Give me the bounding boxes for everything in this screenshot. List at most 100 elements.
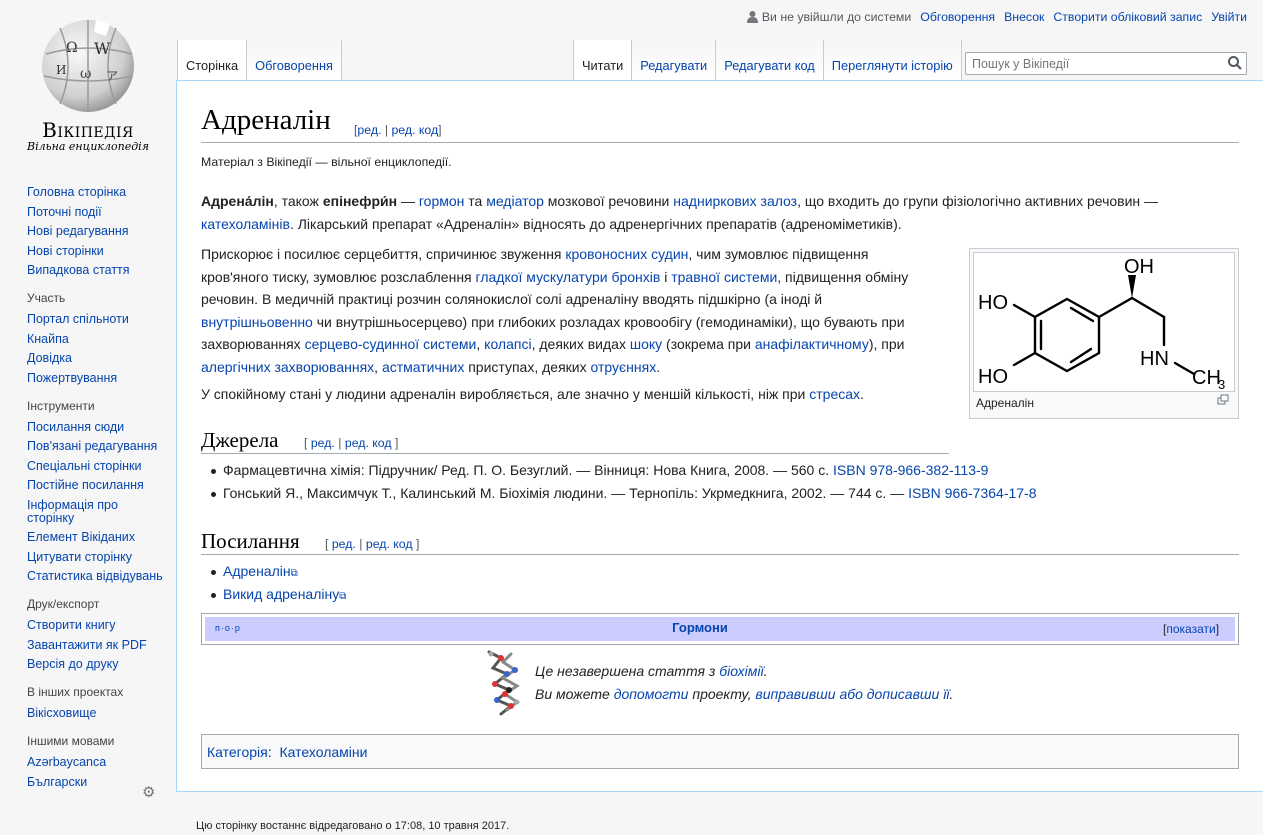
inline-link[interactable]: бронхів xyxy=(611,269,660,285)
sidebar-item-wikidata[interactable]: Елемент Вікіданих xyxy=(27,530,135,544)
sidebar-item-special-pages[interactable]: Спеціальні сторінки xyxy=(27,459,141,473)
inline-link[interactable]: колапсі xyxy=(484,336,531,352)
search-icon[interactable] xyxy=(1226,54,1244,72)
inline-link[interactable]: виправивши або дописавши її xyxy=(755,686,949,702)
tab-edit-label[interactable]: Редагувати xyxy=(640,58,707,73)
sidebar-item-permalink[interactable]: Постійне посилання xyxy=(27,478,144,492)
inline-link[interactable]: гормон xyxy=(419,193,465,209)
tab-talk[interactable]: Обговорення xyxy=(246,40,342,80)
tab-edit-source[interactable]: Редагувати код xyxy=(715,40,823,80)
tab-talk-label[interactable]: Обговорення xyxy=(255,58,333,73)
logo[interactable]: Ω W И ω ア Вікіпедія Вільна енциклопедія xyxy=(0,0,176,160)
sidebar-heading: В інших проектах xyxy=(27,685,124,699)
sidebar-item-related-changes[interactable]: Пов'язані редагування xyxy=(27,439,157,453)
sidebar-item-donate[interactable]: Пожертвування xyxy=(27,371,117,385)
inline-link[interactable]: стресах xyxy=(809,386,860,402)
inline-link[interactable]: шоку xyxy=(630,336,662,352)
sidebar-item-page-info[interactable]: Інформація про сторінку xyxy=(27,498,118,525)
list-item: Гонський Я., Максимчук Т., Калинський М.… xyxy=(201,482,1241,505)
sidebar-item-recent-changes[interactable]: Нові редагування xyxy=(27,224,129,238)
tab-edit[interactable]: Редагувати xyxy=(631,40,716,80)
category-link[interactable]: Катехоламіни xyxy=(280,744,368,760)
wikipedia-globe-icon: Ω W И ω ア xyxy=(42,20,134,112)
sidebar-navigation: Головна сторінка Поточні події Нові реда… xyxy=(0,180,176,277)
sidebar-item-create-book[interactable]: Створити книгу xyxy=(27,618,115,632)
navbox-title-link[interactable]: Гормони xyxy=(672,620,728,635)
enlarge-icon[interactable] xyxy=(1217,394,1229,406)
sidebar-item-printable[interactable]: Версія до друку xyxy=(27,657,118,671)
inline-link[interactable]: алергічних захворюваннях xyxy=(201,359,374,375)
section-edit-links: [ ред. | ред. код ] xyxy=(304,436,399,450)
personal-tools: Ви не увійшли до системи Обговорення Вне… xyxy=(746,10,1247,24)
edit-link[interactable]: ред. xyxy=(311,436,335,450)
sidebar-item-download-pdf[interactable]: Завантажити як PDF xyxy=(27,638,147,652)
sidebar-item-current-events[interactable]: Поточні події xyxy=(27,205,102,219)
inline-link[interactable]: надниркових залоз xyxy=(673,193,797,209)
inline-link[interactable]: ISBN xyxy=(908,485,941,501)
footer-last-modified: Цю сторінку востаннє відредаговано о 17:… xyxy=(196,820,510,832)
inline-link[interactable]: медіатор xyxy=(486,193,544,209)
inline-link[interactable]: катехоламінів xyxy=(201,216,290,232)
sidebar-print: Друк/експорт Створити книгу Завантажити … xyxy=(0,597,176,671)
external-links-list: Адреналін⧉ Викид адреналіну⧉ xyxy=(201,560,801,606)
logo-subtitle: Вільна енциклопедія xyxy=(27,140,149,153)
inline-link[interactable]: отруєннях xyxy=(591,359,657,375)
talk-link[interactable]: Обговорення xyxy=(920,10,995,24)
external-link[interactable]: Викид адреналіну xyxy=(223,586,339,602)
molecule-image[interactable]: OH HO HO HN CH 3 xyxy=(973,252,1235,392)
inline-link[interactable]: серцево-судинної системи xyxy=(305,336,477,352)
sidebar-item-random[interactable]: Випадкова стаття xyxy=(27,263,130,277)
molecule-label-oh: OH xyxy=(1124,256,1154,278)
inline-link[interactable]: допомогти xyxy=(614,686,689,702)
gear-icon[interactable]: ⚙ xyxy=(142,783,158,801)
edit-source-link[interactable]: ред. код xyxy=(391,123,438,137)
edit-source-link[interactable]: ред. код xyxy=(366,537,413,551)
sidebar-item-community[interactable]: Портал спільноти xyxy=(27,312,129,326)
search-input[interactable]: Пошук у Вікіпедії xyxy=(965,52,1247,75)
inline-link[interactable]: кровоносних судин xyxy=(565,246,688,262)
edit-link[interactable]: ред. xyxy=(357,123,381,137)
tagline: Матеріал з Вікіпедії — вільної енциклопе… xyxy=(201,155,452,169)
create-account-link[interactable]: Створити обліковий запис xyxy=(1053,10,1202,24)
tab-article[interactable]: Сторінка xyxy=(177,40,247,80)
navbox-title: Гормони xyxy=(205,620,1195,635)
svg-text:ア: ア xyxy=(106,69,118,83)
categories-label-link[interactable]: Категорія xyxy=(207,744,268,760)
sidebar-projects: В інших проектах Вікісховище xyxy=(0,685,176,720)
sidebar-item-lang-bg[interactable]: Български xyxy=(27,775,87,789)
view-tabs: Читати Редагувати Редагувати код Перегля… xyxy=(573,40,962,80)
inline-link[interactable]: біохімії xyxy=(719,663,763,679)
sidebar-item-cite[interactable]: Цитувати сторінку xyxy=(27,550,132,564)
inline-link[interactable]: ISBN xyxy=(833,462,866,478)
inline-link[interactable]: анафілактичному xyxy=(755,336,869,352)
sidebar-item-lang-az[interactable]: Azərbaycanca xyxy=(27,755,106,769)
sidebar-item-help[interactable]: Довідка xyxy=(27,351,72,365)
sidebar-item-whatlinkshere[interactable]: Посилання сюди xyxy=(27,420,124,434)
tab-edit-source-label[interactable]: Редагувати код xyxy=(724,58,815,73)
inline-link[interactable]: травної системи xyxy=(671,269,777,285)
inline-link[interactable]: внутрішньовенно xyxy=(201,314,313,330)
inline-link[interactable]: 966-7364-17-8 xyxy=(945,485,1037,501)
tab-article-label[interactable]: Сторінка xyxy=(186,58,238,73)
sidebar-item-main-page[interactable]: Головна сторінка xyxy=(27,185,126,199)
external-link[interactable]: Адреналін xyxy=(223,563,291,579)
tab-history[interactable]: Переглянути історію xyxy=(822,40,962,80)
tab-read-label[interactable]: Читати xyxy=(582,58,623,73)
tab-read[interactable]: Читати xyxy=(573,40,632,80)
inline-link[interactable]: 978-966-382-113-9 xyxy=(870,462,989,478)
navbox-show-button[interactable]: показати xyxy=(1166,622,1215,636)
sidebar-item-commons[interactable]: Вікісховище xyxy=(27,706,96,720)
edit-source-link[interactable]: ред. код xyxy=(345,436,392,450)
edit-link[interactable]: ред. xyxy=(332,537,356,551)
inline-link[interactable]: гладкої мускулатури xyxy=(476,269,608,285)
molecule-label-ch: CH xyxy=(1192,367,1221,389)
inline-link[interactable]: астматичних xyxy=(382,359,464,375)
login-link[interactable]: Увійти xyxy=(1211,10,1247,24)
sidebar-item-stats[interactable]: Статистика відвідувань xyxy=(27,569,163,583)
tab-history-label[interactable]: Переглянути історію xyxy=(832,58,953,73)
molecule-label-ho-upper: HO xyxy=(978,292,1008,314)
contributions-link[interactable]: Внесок xyxy=(1004,10,1044,24)
sidebar-languages: Іншими мовами Azərbaycanca Български xyxy=(0,734,176,789)
sidebar-item-pub[interactable]: Кнайпа xyxy=(27,332,69,346)
sidebar-item-new-pages[interactable]: Нові сторінки xyxy=(27,244,104,258)
